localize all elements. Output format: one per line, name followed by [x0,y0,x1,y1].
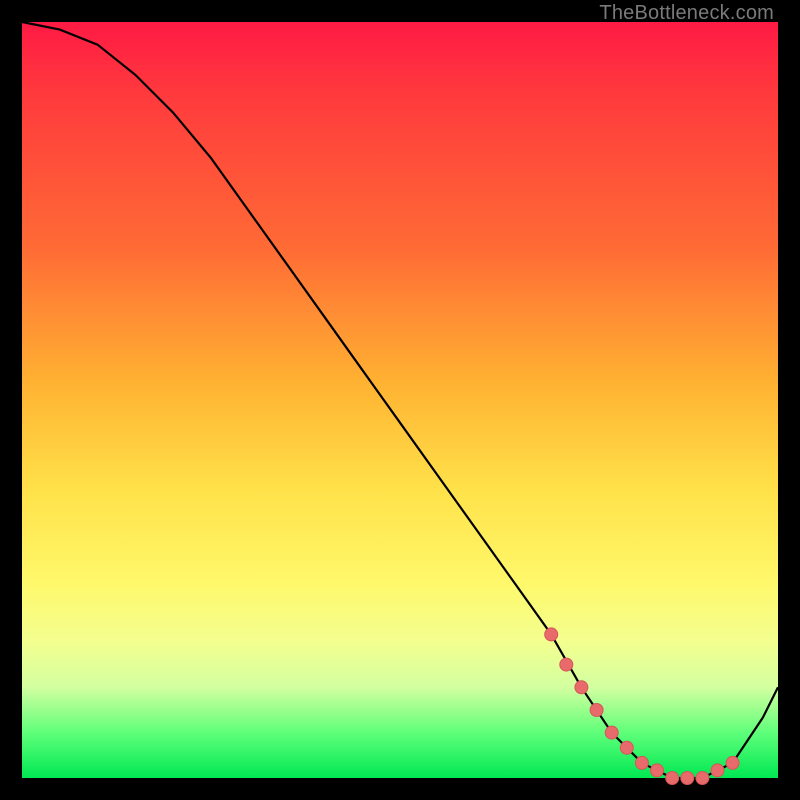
curve-marker [590,704,603,717]
curve-marker [696,772,709,785]
curve-marker [560,658,573,671]
curve-markers [545,628,739,785]
plot-area [22,22,778,778]
curve-marker [651,764,664,777]
curve-marker [605,726,618,739]
curve-marker [545,628,558,641]
curve-marker [681,772,694,785]
curve-layer [22,22,778,778]
curve-marker [575,681,588,694]
bottleneck-curve [22,22,778,778]
curve-marker [711,764,724,777]
curve-marker [620,741,633,754]
curve-marker [726,756,739,769]
curve-marker [635,756,648,769]
chart-frame: TheBottleneck.com [0,0,800,800]
curve-marker [666,772,679,785]
